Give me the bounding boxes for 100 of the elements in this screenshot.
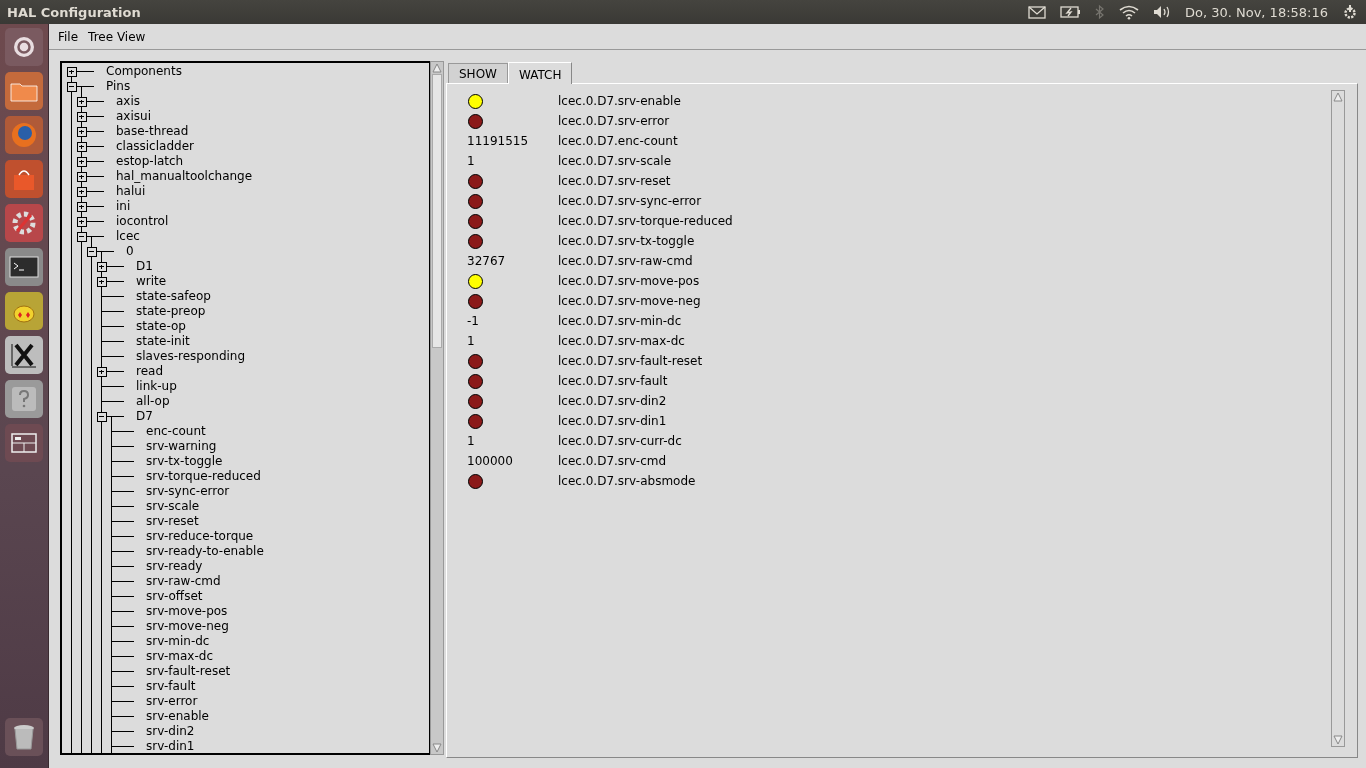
volume-icon [1152, 4, 1171, 20]
tree-lines [71, 649, 134, 664]
tree-item[interactable]: srv-max-dc [146, 649, 213, 664]
scroll-up-icon [1333, 92, 1343, 102]
expander-toggle[interactable] [66, 66, 77, 77]
tree-item[interactable]: estop-latch [116, 154, 184, 169]
tree-item[interactable]: 0 [126, 244, 134, 259]
pin-name: lcec.0.D7.srv-fault-reset [558, 354, 703, 368]
scrollbar[interactable] [1331, 90, 1345, 747]
scroll-down-icon [432, 743, 442, 753]
expander-toggle[interactable] [76, 96, 87, 107]
expander-toggle[interactable] [76, 126, 87, 137]
tree-lines [71, 379, 124, 394]
expander-toggle[interactable] [76, 156, 87, 167]
expander-toggle[interactable] [96, 276, 107, 287]
folder-launcher-icon[interactable] [5, 72, 43, 110]
menu-item[interactable]: Tree View [83, 29, 151, 44]
tree-item[interactable]: srv-enable [146, 709, 209, 724]
x-font-launcher-icon[interactable] [5, 336, 43, 374]
tree-lines [71, 499, 134, 514]
tree-item[interactable]: srv-error [146, 694, 198, 709]
tree-item[interactable]: ini [116, 199, 131, 214]
tree-item[interactable]: srv-din1 [146, 739, 195, 753]
expander-toggle[interactable] [76, 141, 87, 152]
settings-launcher-icon[interactable] [5, 204, 43, 242]
tree-item[interactable]: srv-ready [146, 559, 203, 574]
tree-item[interactable]: srv-fault-reset [146, 664, 231, 679]
tree-item[interactable]: srv-ready-to-enable [146, 544, 264, 559]
tree-item[interactable]: srv-offset [146, 589, 203, 604]
pin-value: 1 [467, 434, 476, 448]
pin-name: lcec.0.D7.srv-scale [558, 154, 672, 168]
tree-item[interactable]: halui [116, 184, 146, 199]
tree-lines [71, 604, 134, 619]
terminal-launcher-icon[interactable] [5, 248, 43, 286]
tree-item[interactable]: D7 [136, 409, 153, 424]
expander-toggle[interactable] [96, 411, 107, 422]
bluetooth-icon [1093, 4, 1105, 20]
expander-toggle[interactable] [76, 216, 87, 227]
tree-item[interactable]: Pins [106, 79, 131, 94]
tree-item[interactable]: D1 [136, 259, 153, 274]
expander-toggle[interactable] [76, 171, 87, 182]
window-launcher-icon[interactable] [5, 424, 43, 462]
tree-item[interactable]: srv-din2 [146, 724, 195, 739]
tree-item[interactable]: all-op [136, 394, 170, 409]
tree-lines [71, 304, 124, 319]
tree-item[interactable]: state-init [136, 334, 190, 349]
scrollbar[interactable] [430, 61, 444, 755]
expander-toggle[interactable] [76, 186, 87, 197]
expander-toggle[interactable] [66, 81, 77, 92]
tree-item[interactable]: srv-min-dc [146, 634, 210, 649]
tree-item[interactable]: srv-fault [146, 679, 196, 694]
pin-name: lcec.0.D7.srv-sync-error [558, 194, 702, 208]
tree-item[interactable]: axis [116, 94, 141, 109]
tree-item[interactable]: link-up [136, 379, 177, 394]
pin-name: lcec.0.D7.srv-move-pos [558, 274, 700, 288]
tree-item[interactable]: srv-scale [146, 499, 200, 514]
tree-item[interactable]: srv-sync-error [146, 484, 230, 499]
pin-value: 100000 [467, 454, 514, 468]
expander-toggle[interactable] [76, 201, 87, 212]
tree-item[interactable]: srv-reset [146, 514, 199, 529]
scroll-down-icon [1333, 735, 1343, 745]
tree-item[interactable]: srv-reduce-torque [146, 529, 254, 544]
tree-item[interactable]: slaves-responding [136, 349, 246, 364]
expander-toggle[interactable] [96, 366, 107, 377]
teapot-launcher-icon[interactable] [5, 292, 43, 330]
tree-item[interactable]: lcec [116, 229, 140, 244]
tree-item[interactable]: state-safeop [136, 289, 211, 304]
tree-item[interactable]: hal_manualtoolchange [116, 169, 253, 184]
pin-name: lcec.0.D7.srv-max-dc [558, 334, 685, 348]
tree-lines [71, 334, 124, 349]
tree-item[interactable]: base-thread [116, 124, 189, 139]
tree-item[interactable]: srv-warning [146, 439, 217, 454]
tree-item[interactable]: write [136, 274, 167, 289]
tree-item[interactable]: enc-count [146, 424, 206, 439]
trash-launcher-icon[interactable] [5, 718, 43, 756]
tree-item[interactable]: state-op [136, 319, 186, 334]
tab[interactable]: WATCH [507, 62, 573, 84]
tree-item[interactable]: state-preop [136, 304, 206, 319]
tree-lines [71, 664, 134, 679]
tab[interactable]: SHOW [448, 63, 508, 83]
menu-item[interactable]: File [53, 29, 84, 44]
tree-item[interactable]: read [136, 364, 164, 379]
tree-item[interactable]: srv-tx-toggle [146, 454, 223, 469]
tree-item[interactable]: srv-move-pos [146, 604, 228, 619]
tree-item[interactable]: srv-move-neg [146, 619, 229, 634]
tree-item[interactable]: classicladder [116, 139, 194, 154]
tree-item[interactable]: axisui [116, 109, 151, 124]
dash-launcher-icon[interactable] [5, 28, 43, 66]
tree-lines [71, 514, 134, 529]
expander-toggle[interactable] [86, 246, 97, 257]
expander-toggle[interactable] [96, 261, 107, 272]
expander-toggle[interactable] [76, 231, 87, 242]
tree-item[interactable]: Components [106, 64, 182, 79]
expander-toggle[interactable] [76, 111, 87, 122]
clock[interactable]: Do, 30. Nov, 18:58:16 [1184, 4, 1328, 20]
pin-name: lcec.0.D7.srv-move-neg [558, 294, 701, 308]
tree-item[interactable]: srv-torque-reduced [146, 469, 261, 484]
tree-item[interactable]: srv-raw-cmd [146, 574, 221, 589]
window-title: HAL Configuration [6, 4, 142, 20]
tree-item[interactable]: iocontrol [116, 214, 169, 229]
